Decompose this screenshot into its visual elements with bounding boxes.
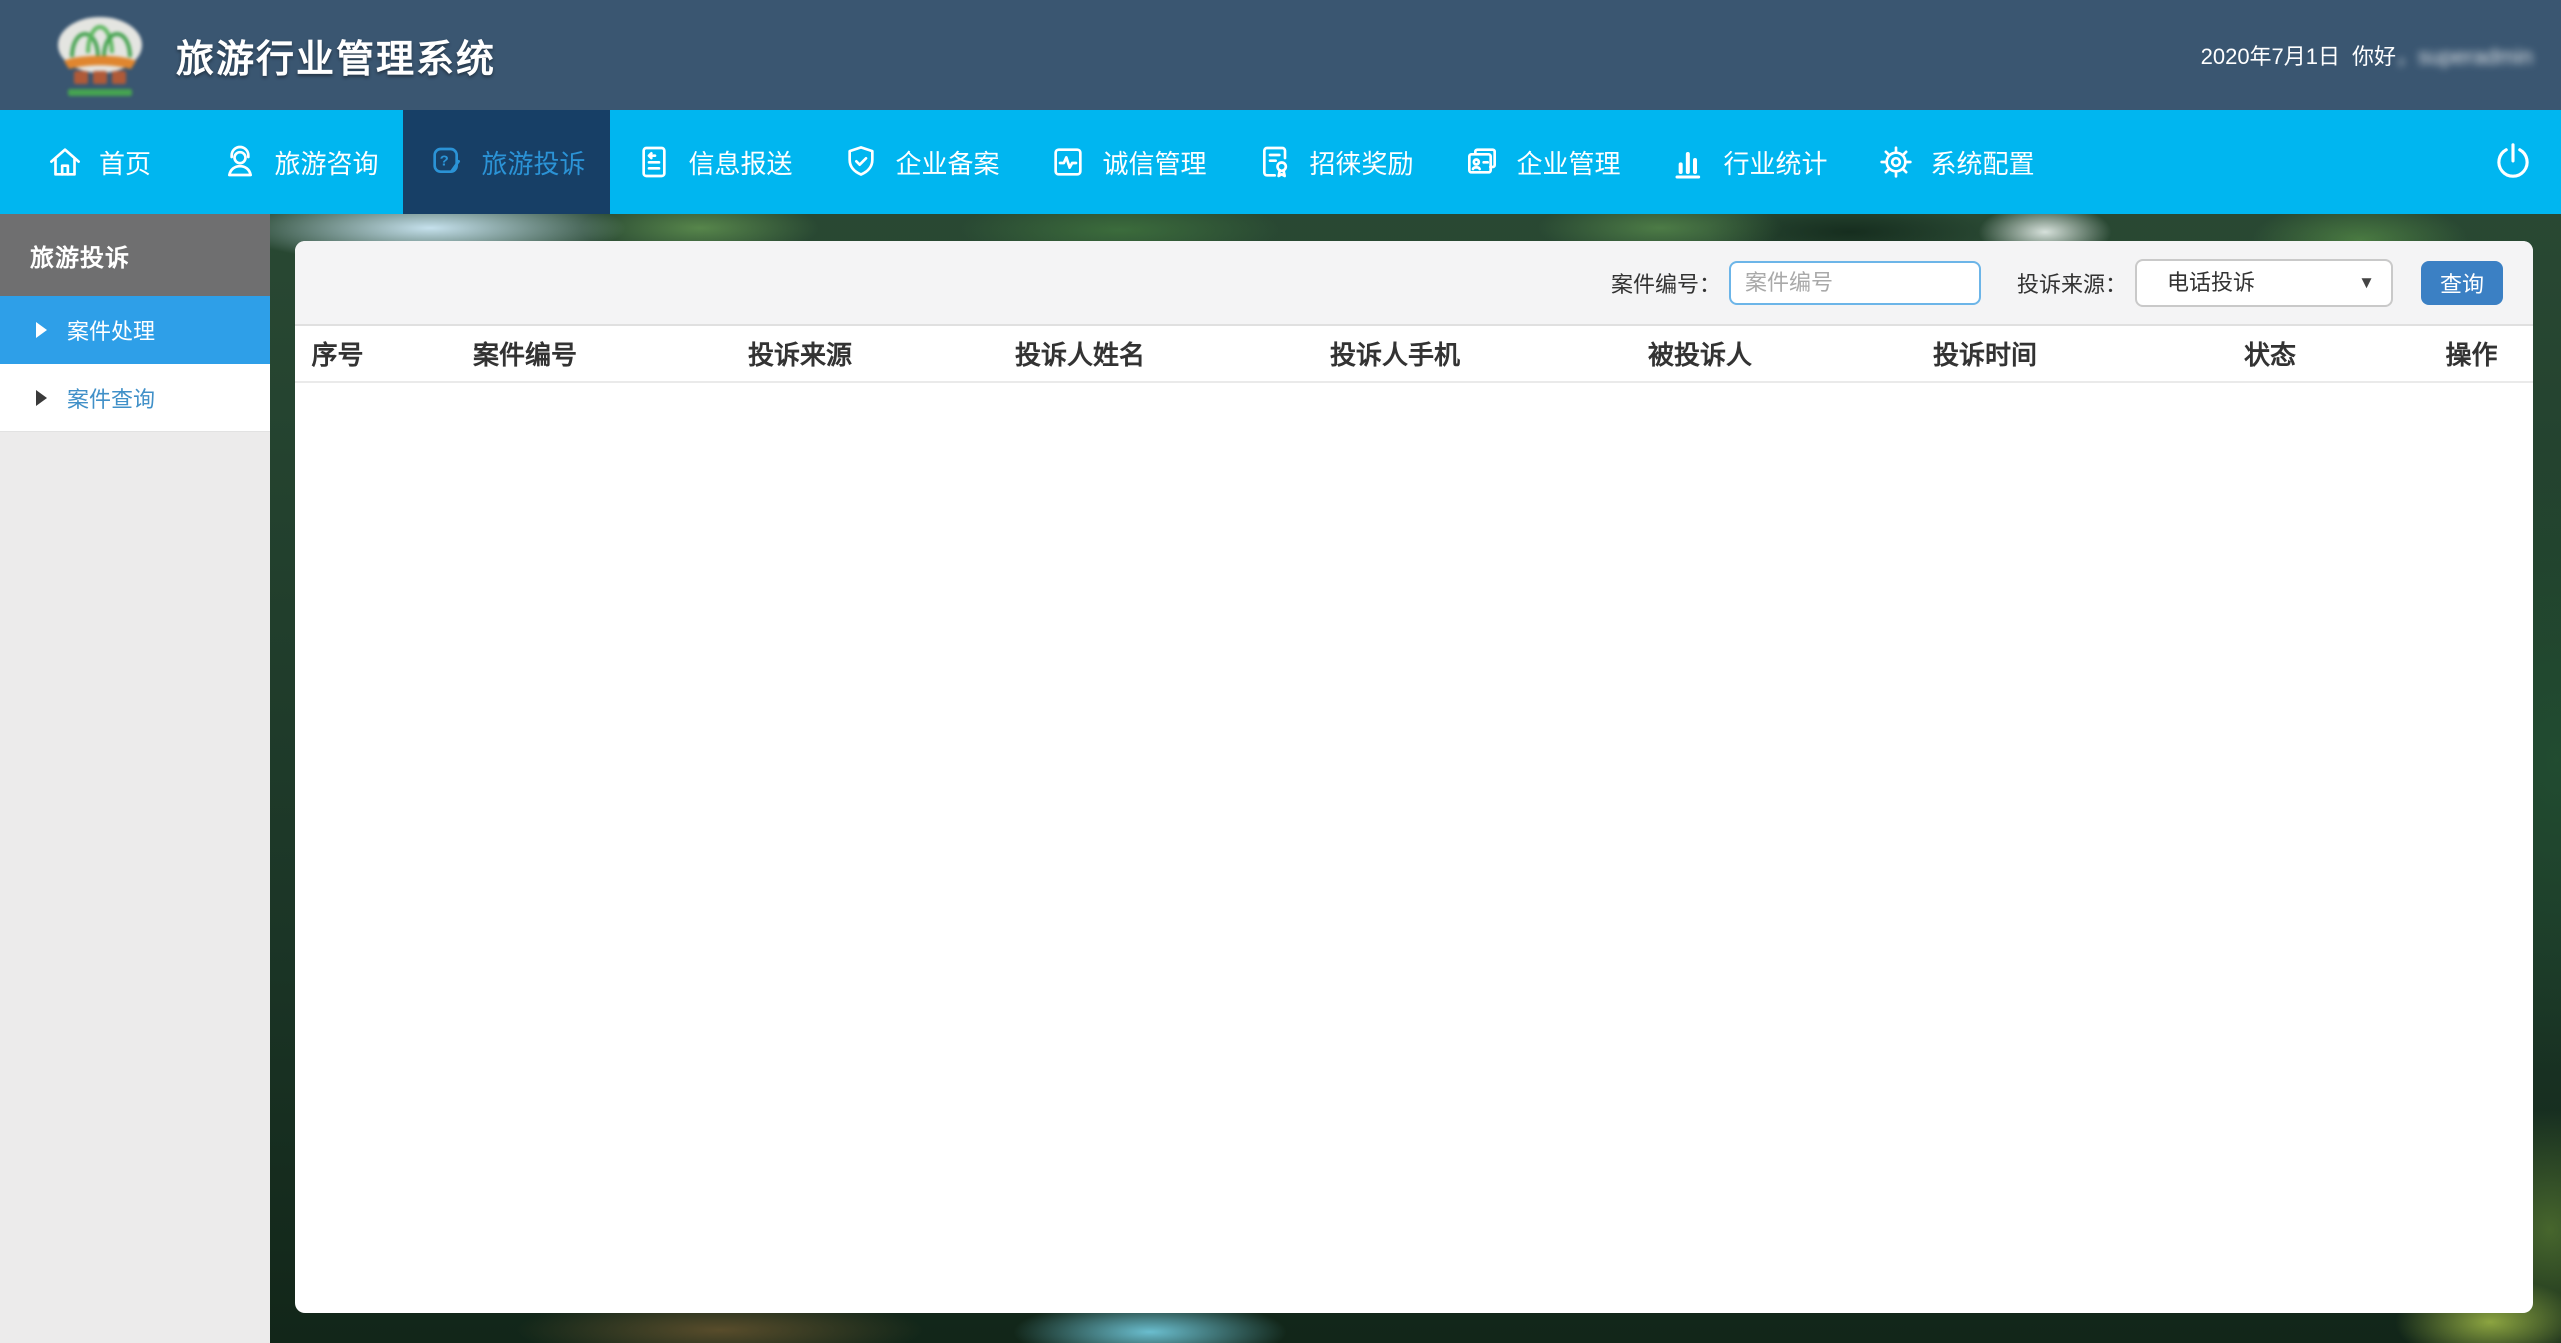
sidebar-item-label: 案件查询 xyxy=(67,382,155,414)
enterprise-icon xyxy=(1462,142,1502,182)
complaint-icon: ? xyxy=(427,142,467,182)
col-header-complaint-time: 投诉时间 xyxy=(1840,335,2130,372)
case-number-label: 案件编号： xyxy=(1611,267,1721,299)
app-logo-icon xyxy=(52,9,148,101)
greeting-text: 你好 xyxy=(2352,39,2396,71)
main-nav-bar: 首页 旅游咨询 ? 旅游投诉 信息报送 企业备 xyxy=(0,110,2561,214)
search-button[interactable]: 查询 xyxy=(2421,261,2503,305)
nav-item-label: 企业备案 xyxy=(895,144,999,181)
col-header-source: 投诉来源 xyxy=(670,335,930,372)
nav-item-label: 旅游咨询 xyxy=(274,144,378,181)
nav-item-label: 旅游投诉 xyxy=(481,144,585,181)
nav-item-reward[interactable]: 招徕奖励 xyxy=(1231,110,1438,214)
nav-item-label: 诚信管理 xyxy=(1102,144,1206,181)
nav-item-integrity[interactable]: 诚信管理 xyxy=(1024,110,1231,214)
col-header-status: 状态 xyxy=(2130,335,2410,372)
content-panel: 案件编号： 投诉来源： 电话投诉 ▼ 查询 序号 案件编号 投诉来源 投诉人姓名… xyxy=(295,241,2533,1313)
filing-icon xyxy=(841,142,881,182)
col-header-index: 序号 xyxy=(295,335,380,372)
source-select[interactable]: 电话投诉 xyxy=(2135,259,2393,307)
sidebar-item-label: 案件处理 xyxy=(67,314,155,346)
filter-bar: 案件编号： 投诉来源： 电话投诉 ▼ 查询 xyxy=(295,241,2533,326)
header-bar: 旅游行业管理系统 2020年7月1日 你好 ，superadmin xyxy=(0,0,2561,110)
nav-item-label: 行业统计 xyxy=(1723,144,1827,181)
header-user-info: 2020年7月1日 你好 ，superadmin xyxy=(2201,39,2533,71)
nav-item-label: 首页 xyxy=(99,144,151,181)
report-icon xyxy=(634,142,674,182)
date-text: 2020年7月1日 xyxy=(2201,39,2340,71)
nav-item-enterprise[interactable]: 企业管理 xyxy=(1438,110,1645,214)
consult-icon xyxy=(220,142,260,182)
nav-item-stats[interactable]: 行业统计 xyxy=(1645,110,1852,214)
complaint-source-label: 投诉来源： xyxy=(2017,267,2127,299)
logout-power-button[interactable] xyxy=(2465,110,2561,214)
svg-text:?: ? xyxy=(440,153,449,170)
col-header-actions: 操作 xyxy=(2410,335,2533,372)
triangle-marker-icon xyxy=(36,322,47,338)
reward-icon xyxy=(1255,142,1295,182)
sidebar: 旅游投诉 案件处理 案件查询 xyxy=(0,214,270,1343)
username-text: ，superadmin xyxy=(2396,39,2533,71)
home-icon xyxy=(45,142,85,182)
triangle-marker-icon xyxy=(36,390,47,406)
col-header-respondent: 被投诉人 xyxy=(1560,335,1840,372)
nav-item-complaint[interactable]: ? 旅游投诉 xyxy=(403,110,610,214)
case-number-input[interactable] xyxy=(1729,261,1981,305)
nav-item-consult[interactable]: 旅游咨询 xyxy=(196,110,403,214)
col-header-complainant-phone: 投诉人手机 xyxy=(1230,335,1560,372)
app-title: 旅游行业管理系统 xyxy=(176,28,496,83)
nav-item-config[interactable]: 系统配置 xyxy=(1852,110,2059,214)
config-icon xyxy=(1876,142,1916,182)
nav-item-label: 企业管理 xyxy=(1516,144,1620,181)
nav-item-filing[interactable]: 企业备案 xyxy=(817,110,1024,214)
integrity-icon xyxy=(1048,142,1088,182)
nav-item-home[interactable]: 首页 xyxy=(0,110,196,214)
nav-item-label: 招徕奖励 xyxy=(1309,144,1413,181)
sidebar-item-case-handling[interactable]: 案件处理 xyxy=(0,296,270,364)
power-icon xyxy=(2491,140,2535,184)
table-header-row: 序号 案件编号 投诉来源 投诉人姓名 投诉人手机 被投诉人 投诉时间 状态 操作 xyxy=(295,326,2533,383)
sidebar-menu: 案件处理 案件查询 xyxy=(0,296,270,432)
nav-item-report[interactable]: 信息报送 xyxy=(610,110,817,214)
nav-item-label: 系统配置 xyxy=(1930,144,2034,181)
source-select-wrap: 电话投诉 ▼ xyxy=(2135,259,2393,307)
stats-icon xyxy=(1669,142,1709,182)
sidebar-item-case-query[interactable]: 案件查询 xyxy=(0,364,270,432)
app-window: 旅游行业管理系统 2020年7月1日 你好 ，superadmin 首页 旅游咨… xyxy=(0,0,2561,1343)
col-header-complainant-name: 投诉人姓名 xyxy=(930,335,1230,372)
sidebar-title: 旅游投诉 xyxy=(0,214,270,296)
col-header-case-number: 案件编号 xyxy=(380,335,670,372)
nav-item-label: 信息报送 xyxy=(688,144,792,181)
